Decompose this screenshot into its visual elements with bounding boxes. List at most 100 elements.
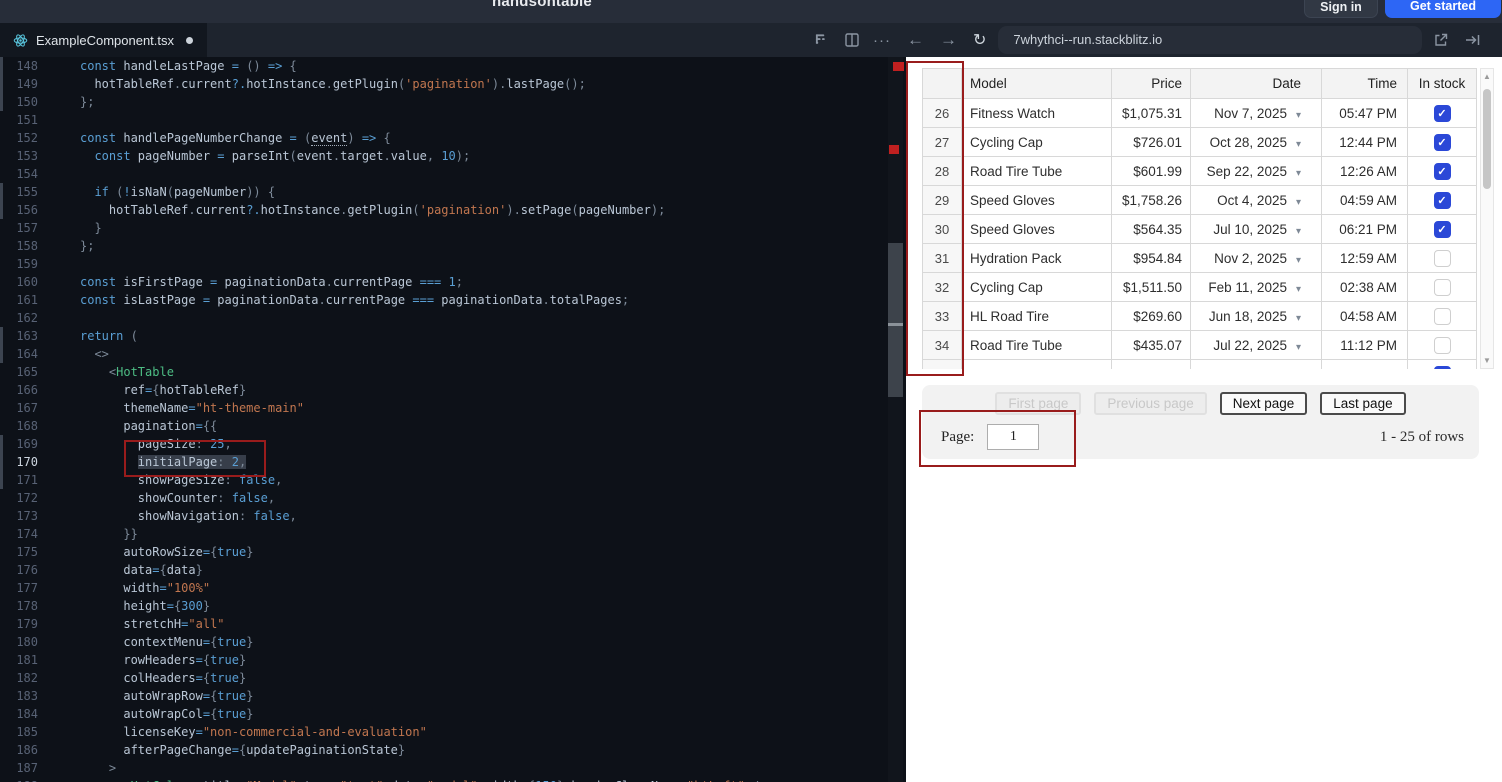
column-header-model[interactable]: Model [961, 68, 1112, 99]
instock-cell[interactable]: ✓ [1407, 214, 1477, 244]
row-number-cell[interactable]: 29 [922, 185, 962, 215]
column-header-price[interactable]: Price [1111, 68, 1191, 99]
model-cell[interactable]: Speed Gloves [961, 214, 1112, 244]
instock-cell[interactable]: ✓ [1407, 359, 1477, 369]
page-number-input[interactable] [987, 424, 1040, 450]
price-cell[interactable]: $564.35 [1111, 214, 1191, 244]
date-dropdown-icon[interactable]: ▾ [1296, 255, 1301, 266]
code-line[interactable]: 163 return ( [0, 327, 906, 345]
model-cell[interactable]: Speed Gloves [961, 185, 1112, 215]
row-number-cell[interactable]: 30 [922, 214, 962, 244]
time-cell[interactable]: 06:21 PM [1321, 214, 1408, 244]
next-page-button[interactable]: Next page [1219, 392, 1308, 415]
stock-checkbox[interactable]: ✓ [1433, 365, 1451, 369]
code-line[interactable]: 180 contextMenu={true} [0, 633, 906, 651]
code-line[interactable]: 185 licenseKey="non-commercial-and-evalu… [0, 723, 906, 741]
code-line[interactable]: 174 }} [0, 525, 906, 543]
code-line[interactable]: 183 autoWrapRow={true} [0, 687, 906, 705]
back-icon[interactable]: ← [907, 23, 924, 57]
date-dropdown-icon[interactable]: ▾ [1296, 313, 1301, 324]
row-number-cell[interactable]: 33 [922, 301, 962, 331]
instock-cell[interactable] [1407, 330, 1477, 360]
time-cell[interactable] [1321, 359, 1408, 369]
code-line[interactable]: 166 ref={hotTableRef} [0, 381, 906, 399]
stock-checkbox[interactable]: ✓ [1433, 133, 1451, 151]
instock-cell[interactable]: ✓ [1407, 185, 1477, 215]
previous-page-button[interactable]: Previous page [1094, 392, 1207, 415]
time-cell[interactable]: 11:12 PM [1321, 330, 1408, 360]
row-number-cell[interactable]: 31 [922, 243, 962, 273]
split-view-icon[interactable] [845, 23, 859, 57]
price-cell[interactable]: $726.01 [1111, 127, 1191, 157]
instock-cell[interactable] [1407, 272, 1477, 302]
scroll-up-icon[interactable]: ▲ [1481, 72, 1493, 81]
code-line[interactable]: 150}; [0, 93, 906, 111]
date-cell[interactable]: Nov 2, 2025 ▾ [1190, 243, 1322, 273]
first-page-button[interactable]: First page [995, 392, 1082, 415]
time-cell[interactable]: 12:26 AM [1321, 156, 1408, 186]
editor-scrollbar-track[interactable] [888, 57, 903, 782]
row-number-cell[interactable]: 34 [922, 330, 962, 360]
date-dropdown-icon[interactable]: ▾ [1296, 139, 1301, 150]
code-line[interactable]: 158}; [0, 237, 906, 255]
code-line[interactable]: 153 const pageNumber = parseInt(event.ta… [0, 147, 906, 165]
code-line[interactable]: 159 [0, 255, 906, 273]
code-line[interactable]: 164 <> [0, 345, 906, 363]
price-cell[interactable]: $269.60 [1111, 301, 1191, 331]
prettier-icon[interactable] [815, 23, 828, 57]
stock-checkbox[interactable]: ✓ [1433, 191, 1451, 209]
code-line[interactable]: 173 showNavigation: false, [0, 507, 906, 525]
price-cell[interactable]: $435.07 [1111, 330, 1191, 360]
model-cell[interactable]: HL Road Tire [961, 301, 1112, 331]
stock-checkbox[interactable] [1433, 307, 1451, 325]
more-menu-icon[interactable]: ··· [873, 23, 891, 57]
date-cell[interactable]: Oct 28, 2025 ▾ [1190, 127, 1322, 157]
time-cell[interactable]: 12:44 PM [1321, 127, 1408, 157]
table-scrollbar[interactable]: ▲ ▼ [1480, 68, 1494, 369]
time-cell[interactable]: 12:59 AM [1321, 243, 1408, 273]
instock-cell[interactable]: ✓ [1407, 98, 1477, 128]
model-cell[interactable]: Road Tire Tube [961, 156, 1112, 186]
code-line[interactable]: 178 height={300} [0, 597, 906, 615]
date-dropdown-icon[interactable]: ▾ [1296, 168, 1301, 179]
price-cell[interactable]: $1,758.26 [1111, 185, 1191, 215]
date-dropdown-icon[interactable]: ▾ [1296, 226, 1301, 237]
get-started-button[interactable]: Get started [1385, 0, 1501, 18]
open-in-new-window-icon[interactable] [1434, 23, 1448, 57]
instock-cell[interactable]: ✓ [1407, 127, 1477, 157]
code-line[interactable]: 176 data={data} [0, 561, 906, 579]
instock-cell[interactable] [1407, 301, 1477, 331]
code-line[interactable]: 162 [0, 309, 906, 327]
code-line[interactable]: 175 autoRowSize={true} [0, 543, 906, 561]
code-line[interactable]: 167 themeName="ht-theme-main" [0, 399, 906, 417]
model-cell[interactable]: Cycling Cap [961, 127, 1112, 157]
price-cell[interactable]: $1,511.50 [1111, 272, 1191, 302]
column-header-date[interactable]: Date [1190, 68, 1322, 99]
code-line[interactable]: 182 colHeaders={true} [0, 669, 906, 687]
date-cell[interactable]: Nov 7, 2025 ▾ [1190, 98, 1322, 128]
price-cell[interactable]: $601.99 [1111, 156, 1191, 186]
code-line[interactable]: 149 hotTableRef.current?.hotInstance.get… [0, 75, 906, 93]
row-number-cell[interactable]: 32 [922, 272, 962, 302]
code-line[interactable]: 148 const handleLastPage = () => { [0, 57, 906, 75]
row-number-cell[interactable]: 28 [922, 156, 962, 186]
date-cell[interactable]: Oct 4, 2025 ▾ [1190, 185, 1322, 215]
code-line[interactable]: 177 width="100%" [0, 579, 906, 597]
code-line[interactable]: 152 const handlePageNumberChange = (event… [0, 129, 906, 147]
model-cell[interactable]: Fitness Watch [961, 98, 1112, 128]
model-cell[interactable]: Cycling Cap [961, 272, 1112, 302]
price-cell[interactable] [1111, 359, 1191, 369]
time-cell[interactable]: 04:59 AM [1321, 185, 1408, 215]
stock-checkbox[interactable]: ✓ [1433, 220, 1451, 238]
date-cell[interactable]: Jun 18, 2025 ▾ [1190, 301, 1322, 331]
corner-header-cell[interactable] [922, 68, 962, 99]
date-dropdown-icon[interactable]: ▾ [1296, 342, 1301, 353]
date-cell[interactable]: Jul 10, 2025 ▾ [1190, 214, 1322, 244]
editor-scrollbar-thumb[interactable] [888, 243, 903, 397]
code-line[interactable]: 165 <HotTable [0, 363, 906, 381]
code-line[interactable]: 186 afterPageChange={updatePaginationSta… [0, 741, 906, 759]
model-cell[interactable]: Road Tire Tube [961, 330, 1112, 360]
scroll-down-icon[interactable]: ▼ [1481, 356, 1493, 365]
column-header-instock[interactable]: In stock [1407, 68, 1477, 99]
code-line[interactable]: 171 showPageSize: false, [0, 471, 906, 489]
